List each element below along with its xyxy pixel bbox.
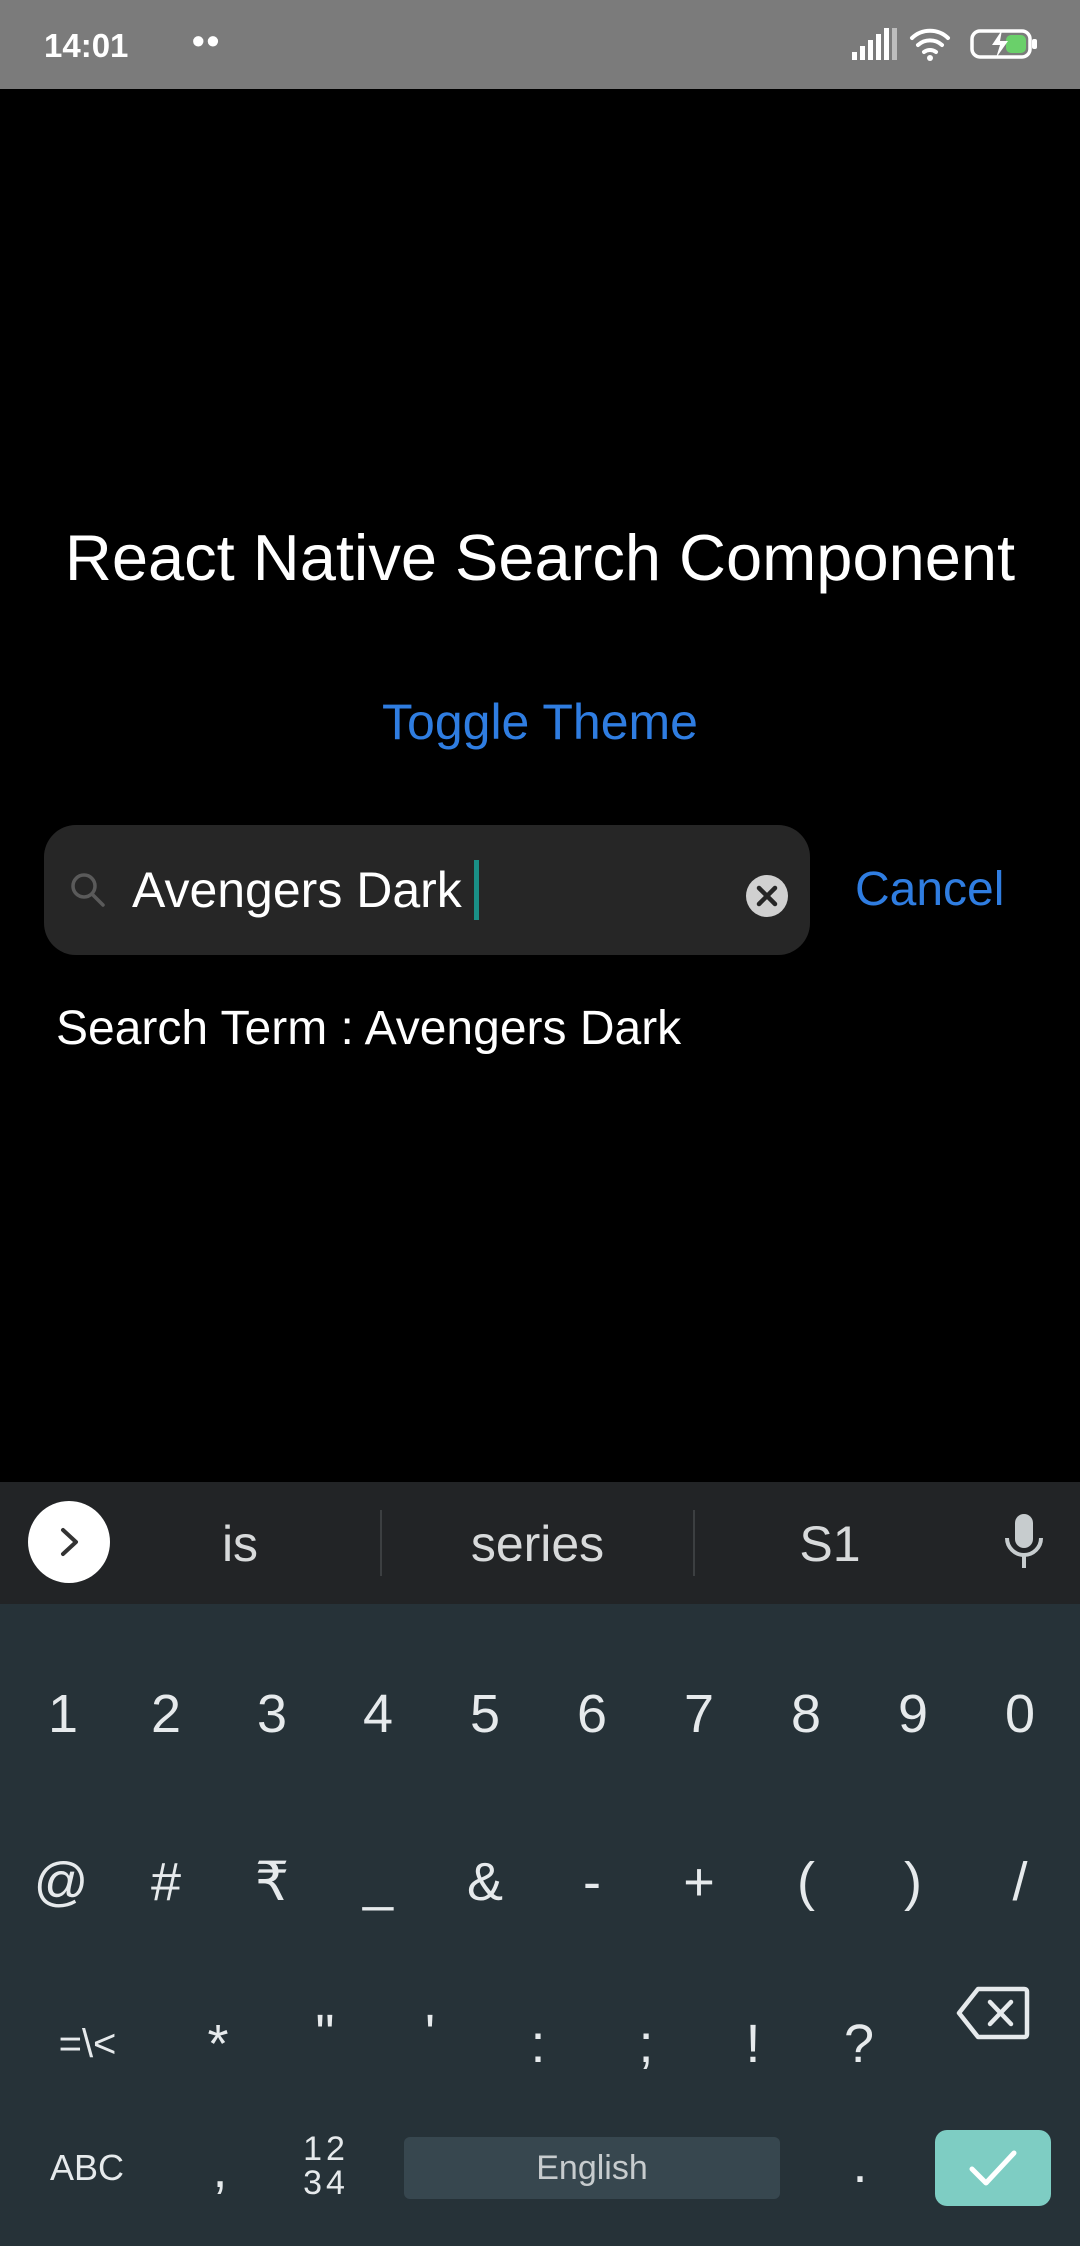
key-abc[interactable]: ABC [32, 2133, 142, 2203]
suggestion-1[interactable]: is [160, 1514, 320, 1574]
cancel-button[interactable]: Cancel [855, 860, 1004, 920]
search-input[interactable]: Avengers Dark [132, 860, 479, 920]
key-comma[interactable]: , [175, 2134, 265, 2204]
keyboard-expand-button[interactable] [28, 1501, 110, 1583]
key-6[interactable]: 6 [547, 1679, 637, 1749]
backspace-icon[interactable] [956, 1985, 1030, 2041]
suggestion-2[interactable]: series [400, 1514, 675, 1574]
key-underscore[interactable]: _ [333, 1847, 423, 1917]
key-exclamation[interactable]: ! [708, 2009, 798, 2079]
key-hyphen[interactable]: - [547, 1847, 637, 1917]
suggestion-3[interactable]: S1 [720, 1514, 940, 1574]
numsym-top: 12 [303, 2130, 349, 2168]
key-3[interactable]: 3 [227, 1679, 317, 1749]
search-icon [71, 873, 105, 907]
key-hash[interactable]: # [121, 1847, 211, 1917]
key-apostrophe[interactable]: ' [385, 1999, 475, 2069]
keyboard-suggestion-bar: is series S1 [0, 1482, 1080, 1604]
signal-icon [852, 28, 897, 60]
key-more-symbols[interactable]: =\< [30, 2009, 145, 2079]
status-time: 14:01 [44, 27, 129, 64]
toggle-theme-button[interactable]: Toggle Theme [0, 690, 1080, 754]
search-term-label: Search Term : Avengers Dark [56, 1002, 682, 1055]
key-8[interactable]: 8 [761, 1679, 851, 1749]
status-bar: 14:01 •• [0, 0, 1080, 89]
key-2[interactable]: 2 [121, 1679, 211, 1749]
numsym-bottom: 34 [303, 2164, 349, 2202]
divider [380, 1510, 382, 1576]
key-period[interactable]: . [815, 2129, 905, 2199]
text-caret [473, 860, 479, 920]
checkmark-icon [969, 2150, 1017, 2186]
clear-icon[interactable] [744, 873, 790, 919]
key-0[interactable]: 0 [975, 1679, 1065, 1749]
key-asterisk[interactable]: * [173, 2009, 263, 2079]
key-ampersand[interactable]: & [440, 1847, 530, 1917]
key-slash[interactable]: / [975, 1847, 1065, 1917]
key-double-quote[interactable]: " [280, 1999, 370, 2069]
microphone-icon[interactable] [1000, 1512, 1048, 1574]
search-bar[interactable]: Avengers Dark [44, 825, 810, 955]
key-semicolon[interactable]: ; [601, 2009, 691, 2079]
key-1[interactable]: 1 [18, 1679, 108, 1749]
notification-dots: •• [192, 20, 222, 61]
wifi-icon [910, 28, 950, 61]
key-number-pad[interactable]: 12 34 [296, 2132, 356, 2200]
page-title: React Native Search Component [64, 521, 1016, 594]
divider [693, 1510, 695, 1576]
enter-key[interactable] [935, 2130, 1051, 2206]
key-4[interactable]: 4 [333, 1679, 423, 1749]
chevron-right-icon [61, 1528, 78, 1556]
key-5[interactable]: 5 [440, 1679, 530, 1749]
key-rupee[interactable]: ₹ [227, 1847, 317, 1917]
space-bar[interactable]: English [404, 2137, 780, 2199]
search-input-value: Avengers Dark [132, 862, 462, 918]
key-question[interactable]: ? [814, 2009, 904, 2079]
key-7[interactable]: 7 [654, 1679, 744, 1749]
key-open-paren[interactable]: ( [761, 1847, 851, 1917]
battery-charging-icon [970, 29, 1037, 59]
app-screen: 14:01 •• React Native Search Component T… [0, 0, 1080, 2246]
keyboard: 1 2 3 4 5 6 7 8 9 0 @ # ₹ _ & - + ( ) / … [0, 1604, 1080, 2246]
key-close-paren[interactable]: ) [868, 1847, 958, 1917]
key-plus[interactable]: + [654, 1847, 744, 1917]
key-at[interactable]: @ [16, 1847, 106, 1917]
key-9[interactable]: 9 [868, 1679, 958, 1749]
key-colon[interactable]: : [493, 2009, 583, 2079]
